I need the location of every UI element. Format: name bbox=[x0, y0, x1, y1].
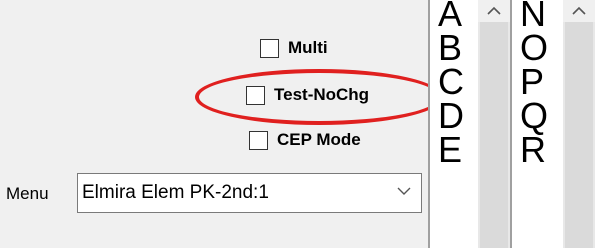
list-item[interactable]: E bbox=[430, 128, 478, 172]
scroll-up-button[interactable] bbox=[563, 0, 595, 22]
scroll-up-button[interactable] bbox=[478, 0, 510, 22]
cep-mode-label: CEP Mode bbox=[277, 130, 361, 149]
menu-selected-value: Elmira Elem PK-2nd:1 bbox=[82, 182, 269, 203]
multi-label: Multi bbox=[288, 38, 328, 57]
letter-list-left[interactable]: A B C D E bbox=[430, 0, 510, 248]
test-nochg-checkbox-box[interactable] bbox=[246, 85, 265, 105]
scroll-thumb[interactable] bbox=[480, 22, 508, 248]
left-list-scrollbar[interactable] bbox=[478, 0, 510, 248]
menu-label: Menu bbox=[6, 184, 49, 203]
scroll-thumb[interactable] bbox=[565, 22, 593, 248]
options-panel: Multi Test-NoChg CEP Mode Menu Elmira El… bbox=[0, 0, 443, 248]
checkbox-test-nochg[interactable]: Test-NoChg bbox=[246, 85, 369, 105]
right-list-scrollbar[interactable] bbox=[563, 0, 595, 248]
cep-mode-checkbox-box[interactable] bbox=[249, 130, 268, 150]
chevron-up-icon bbox=[572, 6, 586, 15]
checkbox-multi[interactable]: Multi bbox=[260, 38, 328, 58]
letter-list-right[interactable]: N O P Q R bbox=[512, 0, 595, 248]
menu-dropdown[interactable]: Elmira Elem PK-2nd:1 bbox=[77, 173, 422, 213]
chevron-down-icon bbox=[397, 187, 411, 195]
list-item[interactable]: R bbox=[512, 128, 560, 172]
test-nochg-label: Test-NoChg bbox=[274, 85, 370, 104]
chevron-up-icon bbox=[487, 6, 501, 15]
multi-checkbox-box[interactable] bbox=[260, 38, 279, 58]
checkbox-cep-mode[interactable]: CEP Mode bbox=[249, 130, 361, 150]
